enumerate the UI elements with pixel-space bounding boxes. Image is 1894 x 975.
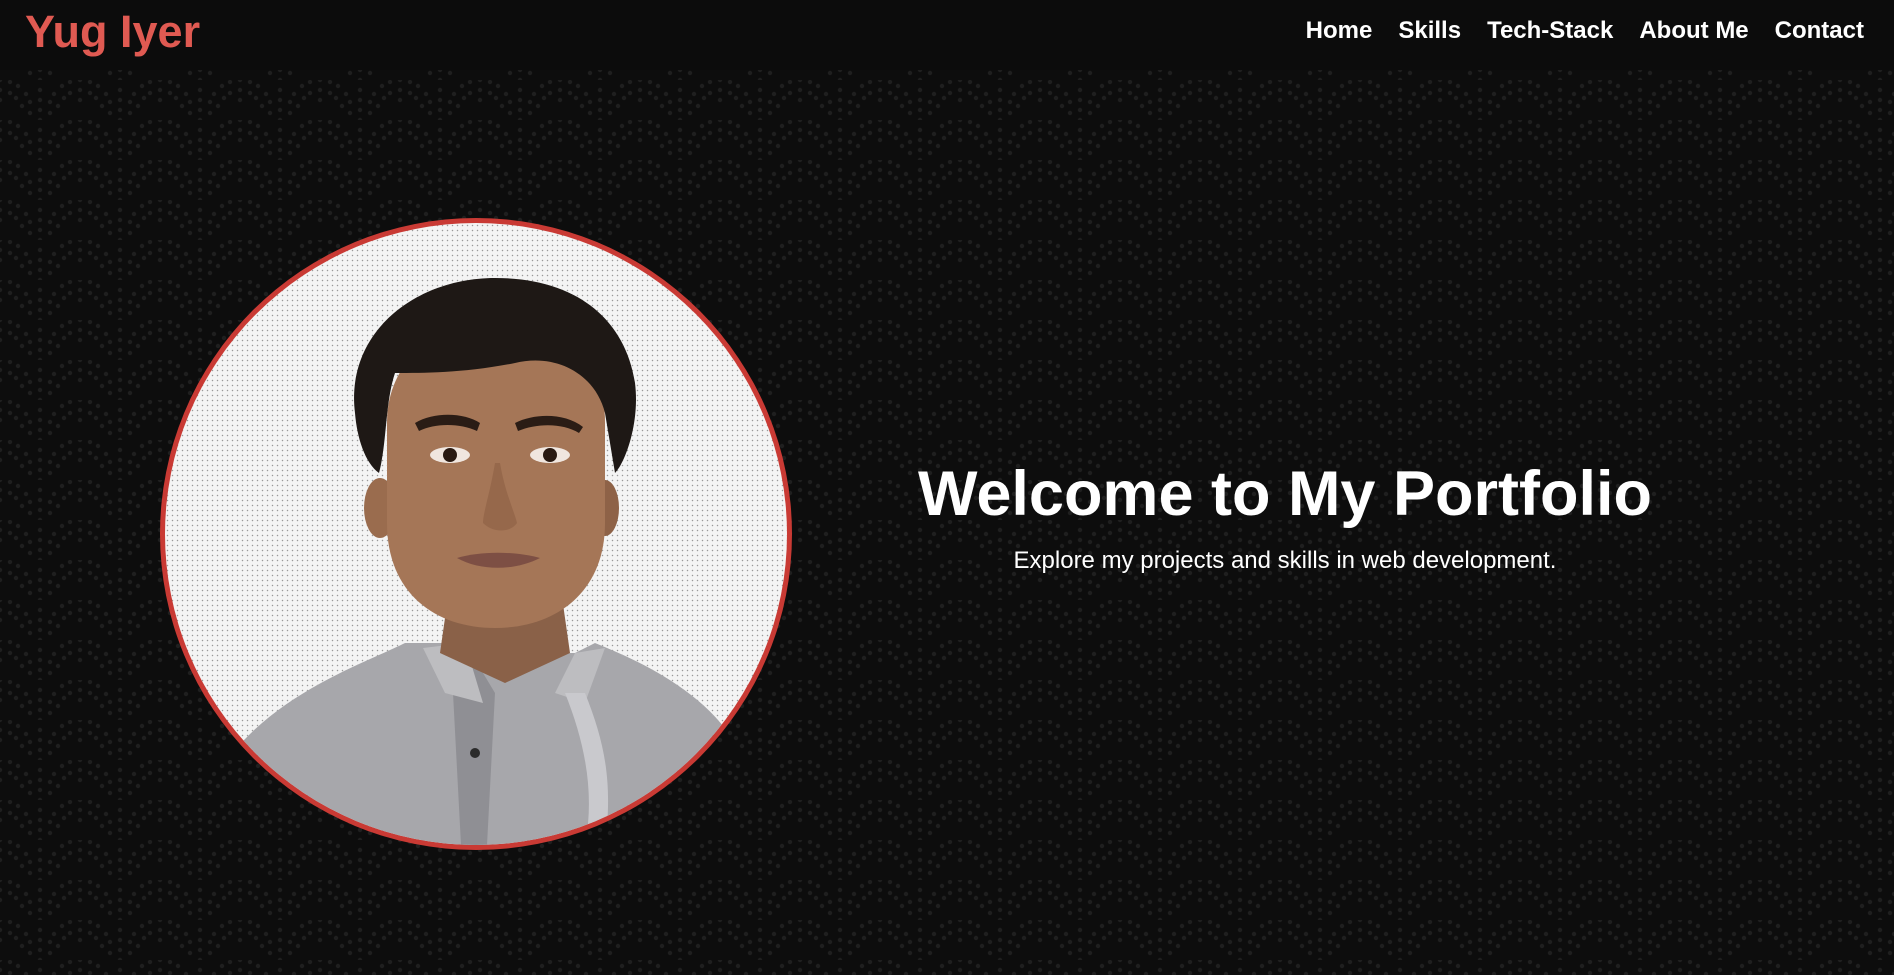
nav-menu: Home Skills Tech-Stack About Me Contact <box>1280 15 1864 47</box>
nav-item-contact: Contact <box>1775 15 1864 47</box>
nav-link-contact[interactable]: Contact <box>1775 15 1864 47</box>
profile-photo <box>165 223 787 845</box>
person-portrait-icon <box>195 278 765 845</box>
nav-item-about-me: About Me <box>1639 15 1748 47</box>
profile-photo-frame <box>160 218 792 850</box>
hero-title: Welcome to My Portfolio <box>918 459 1652 529</box>
nav-item-skills: Skills <box>1398 15 1461 47</box>
nav-item-home: Home <box>1306 15 1373 47</box>
nav-link-tech-stack[interactable]: Tech-Stack <box>1487 15 1613 47</box>
nav-link-about-me[interactable]: About Me <box>1639 15 1748 47</box>
nav-link-home[interactable]: Home <box>1306 15 1373 47</box>
nav-link-skills[interactable]: Skills <box>1398 15 1461 47</box>
nav-item-tech-stack: Tech-Stack <box>1487 15 1613 47</box>
top-navbar: Yug Iyer Home Skills Tech-Stack About Me… <box>0 0 1894 70</box>
hero-subtitle: Explore my projects and skills in web de… <box>1013 547 1557 574</box>
brand-logo-text[interactable]: Yug Iyer <box>25 6 200 58</box>
hero-section: Welcome to My Portfolio Explore my proje… <box>880 455 1690 577</box>
portfolio-page: Yug Iyer Home Skills Tech-Stack About Me… <box>0 0 1894 975</box>
